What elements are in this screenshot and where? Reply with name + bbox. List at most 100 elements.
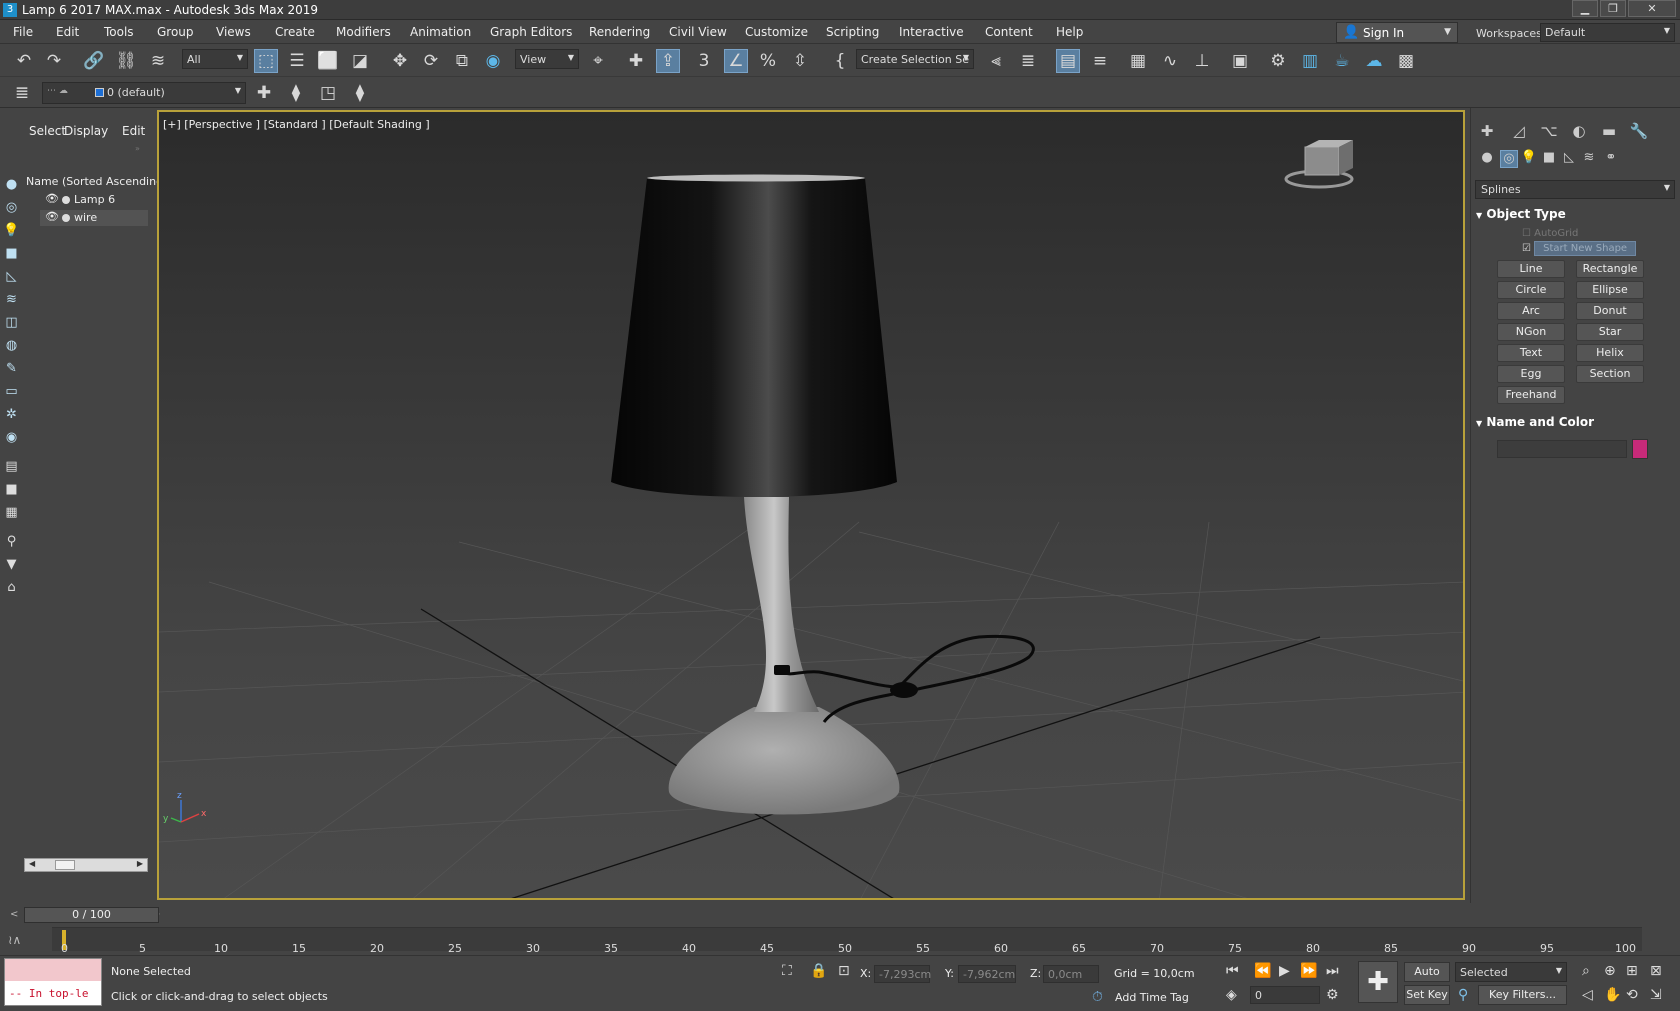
bind-space-warp-icon[interactable]: ≋ [146, 49, 170, 73]
select-objects-in-layer-icon[interactable]: ◳ [316, 81, 340, 105]
cameras-filter-icon[interactable]: ■ [3, 245, 20, 262]
object-color-swatch[interactable] [1632, 439, 1648, 459]
absolute-mode-icon[interactable]: ⊡ [838, 963, 850, 979]
modify-tab-icon[interactable]: ◿ [1508, 122, 1530, 144]
x-coordinate-field[interactable]: -7,293cm [874, 965, 931, 983]
geometry-icon[interactable]: ● [1478, 150, 1496, 168]
add-to-layer-icon[interactable]: ⧫ [284, 81, 308, 105]
line-button[interactable]: Line [1497, 260, 1565, 278]
z-coordinate-field[interactable]: 0,0cm [1043, 965, 1099, 983]
menu-group[interactable]: Group [157, 25, 194, 39]
zoom-all-icon[interactable]: ⊕ [1604, 963, 1616, 979]
zoom-extents-icon[interactable]: ⊞ [1626, 963, 1638, 979]
time-slider[interactable]: 0 / 100 [24, 907, 159, 923]
name-and-color-rollout[interactable]: ▼ Name and Color [1476, 415, 1674, 429]
motion-tab-icon[interactable]: ◐ [1568, 122, 1590, 144]
undo-icon[interactable]: ↶ [12, 49, 36, 73]
display-children-icon[interactable]: ▤ [3, 458, 20, 475]
maxscript-listener[interactable]: -- In top-le [4, 958, 102, 1006]
render-production-icon[interactable]: ☕ [1330, 49, 1354, 73]
mirror-icon[interactable]: ⫷ [984, 49, 1008, 73]
shapes-filter-icon[interactable]: ◎ [3, 199, 20, 216]
select-by-name-icon[interactable]: ☰ [285, 49, 309, 73]
egg-button[interactable]: Egg [1497, 365, 1565, 383]
keyboard-shortcut-override-icon[interactable]: ⇪ [656, 49, 680, 73]
go-to-end-icon[interactable]: ⏭ [1326, 963, 1339, 979]
key-filter-icon[interactable]: ⚲ [1458, 987, 1468, 1003]
scroll-left-icon[interactable]: ◀ [29, 859, 35, 868]
rectangular-selection-icon[interactable]: ⬜ [316, 49, 340, 73]
rectangle-button[interactable]: Rectangle [1576, 260, 1644, 278]
a360-gallery-icon[interactable]: ▩ [1394, 49, 1418, 73]
menu-animation[interactable]: Animation [410, 25, 471, 39]
toggle-scene-explorer-icon[interactable]: ▤ [1056, 49, 1080, 73]
tab-select[interactable]: Select [29, 124, 66, 138]
go-to-start-icon[interactable]: ⏮ [1226, 963, 1239, 979]
curve-editor-icon[interactable]: ∿ [1158, 49, 1182, 73]
list-item[interactable]: 👁 Lamp 6 [40, 192, 148, 208]
display-dependents-icon[interactable]: ▦ [3, 504, 20, 521]
ellipse-button[interactable]: Ellipse [1576, 281, 1644, 299]
autogrid-checkbox[interactable]: ☐ AutoGrid [1522, 228, 1578, 239]
donut-button[interactable]: Donut [1576, 302, 1644, 320]
menu-content[interactable]: Content [985, 25, 1033, 39]
eye-icon[interactable]: 👁 [45, 192, 59, 205]
key-mode-dropdown[interactable]: Selected ▼ [1455, 962, 1567, 982]
set-keys-icon[interactable]: ✚ [1358, 961, 1398, 1003]
perspective-viewport[interactable]: [+] [Perspective ] [Standard ] [Default … [157, 110, 1465, 900]
utilities-tab-icon[interactable]: 🔧 [1628, 122, 1650, 144]
helpers-filter-icon[interactable]: ◺ [3, 268, 20, 285]
field-of-view-icon[interactable]: ◁ [1582, 987, 1593, 1003]
menu-scripting[interactable]: Scripting [826, 25, 879, 39]
align-icon[interactable]: ≣ [1016, 49, 1040, 73]
schematic-view-icon[interactable]: ⊥ [1190, 49, 1214, 73]
y-coordinate-field[interactable]: -7,962cm [958, 965, 1016, 983]
prev-frame-icon[interactable]: < [10, 909, 18, 920]
filter-icon[interactable]: ▼ [3, 556, 20, 573]
visibility-icon[interactable]: ◉ [3, 429, 20, 446]
menu-file[interactable]: File [13, 25, 33, 39]
section-button[interactable]: Section [1576, 365, 1644, 383]
circle-button[interactable]: Circle [1497, 281, 1565, 299]
expand-icon[interactable]: » [135, 144, 140, 153]
auto-key-button[interactable]: Auto Key [1404, 962, 1450, 996]
menu-tools[interactable]: Tools [104, 25, 134, 39]
display-none-icon[interactable]: ● [3, 176, 20, 193]
space-warps-icon[interactable]: ≋ [1580, 150, 1598, 168]
place-icon[interactable]: ◉ [481, 49, 505, 73]
workspaces-dropdown[interactable]: Default ▼ [1540, 23, 1675, 42]
selection-filter-dropdown[interactable]: All ▼ [182, 49, 248, 69]
redo-icon[interactable]: ↷ [42, 49, 66, 73]
current-layer-dropdown[interactable]: ⋯ ☁ 0 (default) ▼ [42, 82, 246, 104]
pan-view-icon[interactable]: ✋ [1604, 987, 1621, 1003]
hierarchy-tab-icon[interactable]: ⌥ [1538, 122, 1560, 144]
link-icon[interactable]: 🔗 [82, 49, 106, 73]
edit-named-selection-icon[interactable]: { [828, 49, 852, 73]
set-key-button[interactable]: Set Key [1404, 985, 1450, 1005]
lights-filter-icon[interactable]: 💡 [3, 222, 20, 239]
menu-views[interactable]: Views [216, 25, 251, 39]
maximize-viewport-icon[interactable]: ⇲ [1650, 987, 1662, 1003]
menu-rendering[interactable]: Rendering [589, 25, 650, 39]
menu-interactive[interactable]: Interactive [899, 25, 964, 39]
minimize-button[interactable]: ▁ [1572, 0, 1598, 17]
pivot-center-icon[interactable]: ⌖ [586, 49, 610, 73]
freeze-icon[interactable] [62, 196, 70, 204]
key-filters-button[interactable]: Key Filters... [1478, 985, 1567, 1005]
render-in-cloud-icon[interactable]: ☁ [1362, 49, 1386, 73]
start-new-shape-checkbox[interactable]: ☑ Start New Shape [1522, 241, 1637, 256]
display-influences-icon[interactable]: ■ [3, 481, 20, 498]
cameras-icon[interactable]: ■ [1540, 150, 1558, 168]
close-button[interactable]: ✕ [1628, 0, 1676, 17]
menu-civil-view[interactable]: Civil View [669, 25, 727, 39]
select-object-icon[interactable]: ⬚ [254, 49, 278, 73]
move-icon[interactable]: ✥ [388, 49, 412, 73]
create-new-layer-icon[interactable]: ✚ [252, 81, 276, 105]
add-time-tag[interactable]: Add Time Tag [1115, 991, 1189, 1004]
create-tab-icon[interactable]: ✚ [1476, 122, 1498, 144]
helix-button[interactable]: Helix [1576, 344, 1644, 362]
freeze-icon[interactable] [62, 214, 70, 222]
isolate-selection-icon[interactable]: ⛶ [782, 963, 792, 979]
render-setup-icon[interactable]: ⚙ [1266, 49, 1290, 73]
toggle-ribbon-icon[interactable]: ▦ [1126, 49, 1150, 73]
